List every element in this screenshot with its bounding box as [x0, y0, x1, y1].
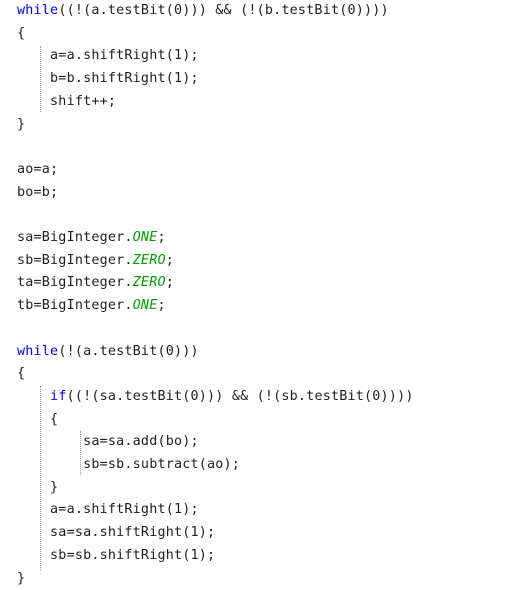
code-token: ((!(sa.testBit(0))) && (!(sb.testBit(0))…: [67, 389, 414, 404]
code-token: ;: [157, 298, 165, 313]
code-token: sb=BigInteger.: [17, 253, 133, 268]
code-token: ((!(a.testBit(0))) && (!(b.testBit(0)))): [58, 3, 388, 18]
code-token: {: [17, 366, 25, 381]
code-token: ;: [166, 253, 174, 268]
code-token: a=a.shiftRight(1);: [17, 502, 199, 517]
code-line-16: while(!(a.testBit(0))): [17, 341, 199, 364]
code-line-11: sa=BigInteger.ONE;: [17, 227, 166, 250]
code-line-8: ao=a;: [17, 159, 58, 182]
code-line-9: bo=b;: [17, 182, 58, 205]
code-token: tb=BigInteger.: [17, 298, 133, 313]
code-line-13: ta=BigInteger.ZERO;: [17, 272, 174, 295]
code-line-14: tb=BigInteger.ONE;: [17, 295, 166, 318]
code-line-4: b=b.shiftRight(1);: [17, 68, 199, 91]
constant-token: ONE: [133, 230, 158, 245]
code-token: sb=sb.shiftRight(1);: [17, 548, 215, 563]
code-token: ta=BigInteger.: [17, 275, 133, 290]
keyword-token: if: [50, 389, 67, 404]
code-line-26: }: [17, 568, 25, 590]
code-token: sa=BigInteger.: [17, 230, 133, 245]
code-line-24: sa=sa.shiftRight(1);: [17, 522, 215, 545]
code-token: sa=sa.shiftRight(1);: [17, 525, 215, 540]
code-line-18: if((!(sa.testBit(0))) && (!(sb.testBit(0…: [17, 386, 414, 409]
code-line-12: sb=BigInteger.ZERO;: [17, 250, 174, 273]
keyword-token: while: [17, 344, 58, 359]
code-line-25: sb=sb.shiftRight(1);: [17, 545, 215, 568]
code-line-2: {: [17, 23, 25, 46]
code-line-22: }: [17, 477, 58, 500]
code-token: }: [17, 571, 25, 586]
code-line-1: while((!(a.testBit(0))) && (!(b.testBit(…: [17, 0, 389, 23]
code-token: }: [17, 117, 25, 132]
code-token: ao=a;: [17, 162, 58, 177]
keyword-token: while: [17, 3, 58, 18]
code-token: (!(a.testBit(0))): [58, 344, 198, 359]
code-token: [17, 389, 50, 404]
code-token: sa=sa.add(bo);: [17, 434, 199, 449]
code-line-5: shift++;: [17, 91, 116, 114]
code-token: {: [17, 412, 58, 427]
code-line-23: a=a.shiftRight(1);: [17, 499, 199, 522]
code-token: }: [17, 480, 58, 495]
code-token: a=a.shiftRight(1);: [17, 48, 199, 63]
constant-token: ONE: [133, 298, 158, 313]
code-token: ;: [157, 230, 165, 245]
code-line-17: {: [17, 363, 25, 386]
code-line-3: a=a.shiftRight(1);: [17, 45, 199, 68]
code-line-21: sb=sb.subtract(ao);: [17, 454, 240, 477]
constant-token: ZERO: [133, 253, 166, 268]
code-token: bo=b;: [17, 185, 58, 200]
code-token: b=b.shiftRight(1);: [17, 71, 199, 86]
code-line-19: {: [17, 409, 58, 432]
code-token: sb=sb.subtract(ao);: [17, 457, 240, 472]
code-token: ;: [166, 275, 174, 290]
code-token: {: [17, 26, 25, 41]
constant-token: ZERO: [133, 275, 166, 290]
code-line-6: }: [17, 114, 25, 137]
code-token: shift++;: [17, 94, 116, 109]
code-editor[interactable]: while((!(a.testBit(0))) && (!(b.testBit(…: [0, 0, 509, 586]
code-line-20: sa=sa.add(bo);: [17, 431, 199, 454]
